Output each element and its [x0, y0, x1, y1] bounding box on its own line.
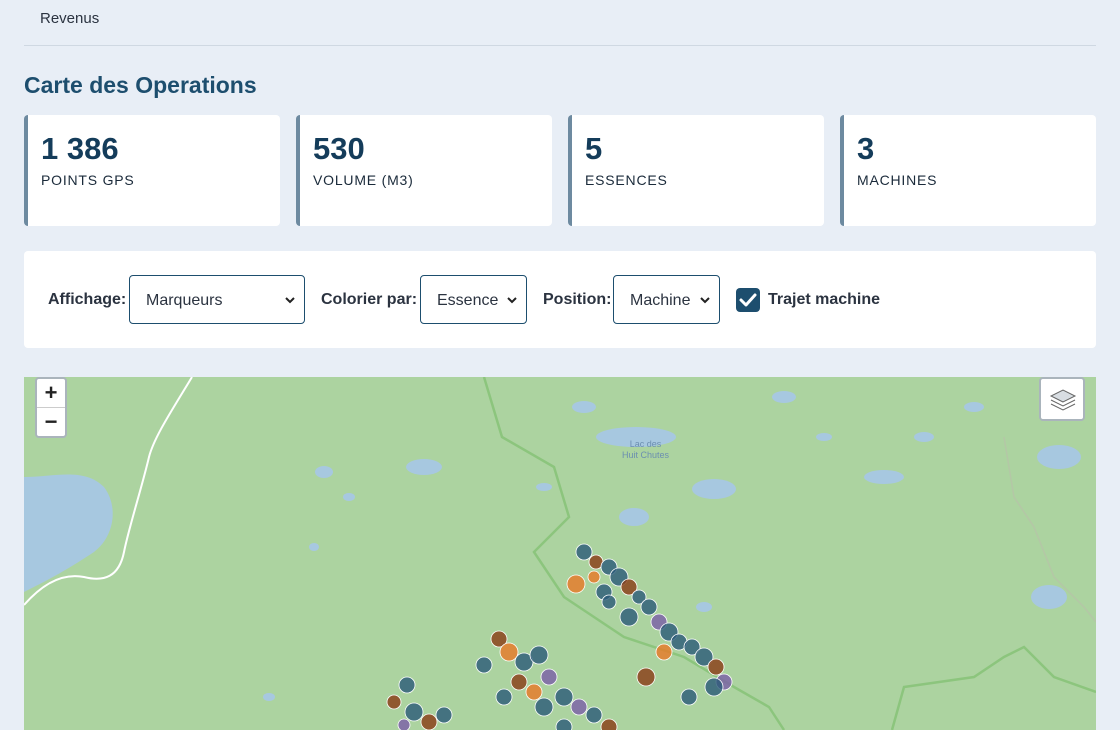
colorier-value: Essence [437, 292, 499, 309]
stat-card-points-gps: 1 386 POINTS GPS [24, 115, 280, 226]
trajet-machine-checkbox[interactable] [736, 288, 760, 312]
stat-label: MACHINES [857, 172, 938, 188]
marker-cluster-east [566, 543, 733, 706]
stat-value: 3 [857, 131, 875, 166]
zoom-in-button[interactable]: + [37, 379, 65, 408]
stat-card-essences: 5 ESSENCES [568, 115, 824, 226]
layers-button[interactable] [1039, 377, 1085, 421]
zoom-out-button[interactable]: − [37, 408, 65, 437]
stat-label: POINTS GPS [41, 172, 135, 188]
stat-value: 5 [585, 131, 603, 166]
colorier-label: Colorier par: [321, 291, 418, 308]
affichage-label: Affichage: [48, 291, 127, 308]
map[interactable]: Lac des Huit Chutes + − [24, 377, 1096, 730]
marker-cluster-center [475, 630, 618, 730]
chevron-down-icon [507, 297, 517, 304]
chevron-down-icon [700, 297, 710, 304]
top-nav: Revenus [24, 0, 1096, 46]
map-terrain [24, 377, 1096, 730]
colorier-select[interactable]: Essence [420, 275, 527, 324]
lake-label-line2: Huit Chutes [622, 450, 670, 460]
map-controls-panel: Affichage: Marqueurs Colorier par: Essen… [24, 251, 1096, 348]
marker-cluster-west [386, 676, 453, 730]
stat-value: 530 [313, 131, 365, 166]
position-value: Machine [630, 292, 691, 309]
nav-item-revenus[interactable]: Revenus [40, 10, 99, 27]
position-select[interactable]: Machine [613, 275, 720, 324]
page-title: Carte des Operations [24, 72, 257, 98]
stat-card-volume: 530 VOLUME (M3) [296, 115, 552, 226]
position-label: Position: [543, 291, 612, 308]
layers-icon [1049, 389, 1077, 411]
lake-label: Lac des Huit Chutes [622, 439, 669, 461]
chevron-down-icon [285, 297, 295, 304]
affichage-select[interactable]: Marqueurs [129, 275, 305, 324]
zoom-control: + − [35, 377, 67, 438]
stat-label: ESSENCES [585, 172, 668, 188]
trajet-machine-label[interactable]: Trajet machine [768, 291, 880, 309]
stat-value: 1 386 [41, 131, 119, 166]
affichage-value: Marqueurs [146, 292, 223, 309]
checkmark-icon [739, 293, 757, 307]
stat-card-machines: 3 MACHINES [840, 115, 1096, 226]
stat-label: VOLUME (M3) [313, 172, 414, 188]
lake-label-line1: Lac des [629, 439, 662, 449]
